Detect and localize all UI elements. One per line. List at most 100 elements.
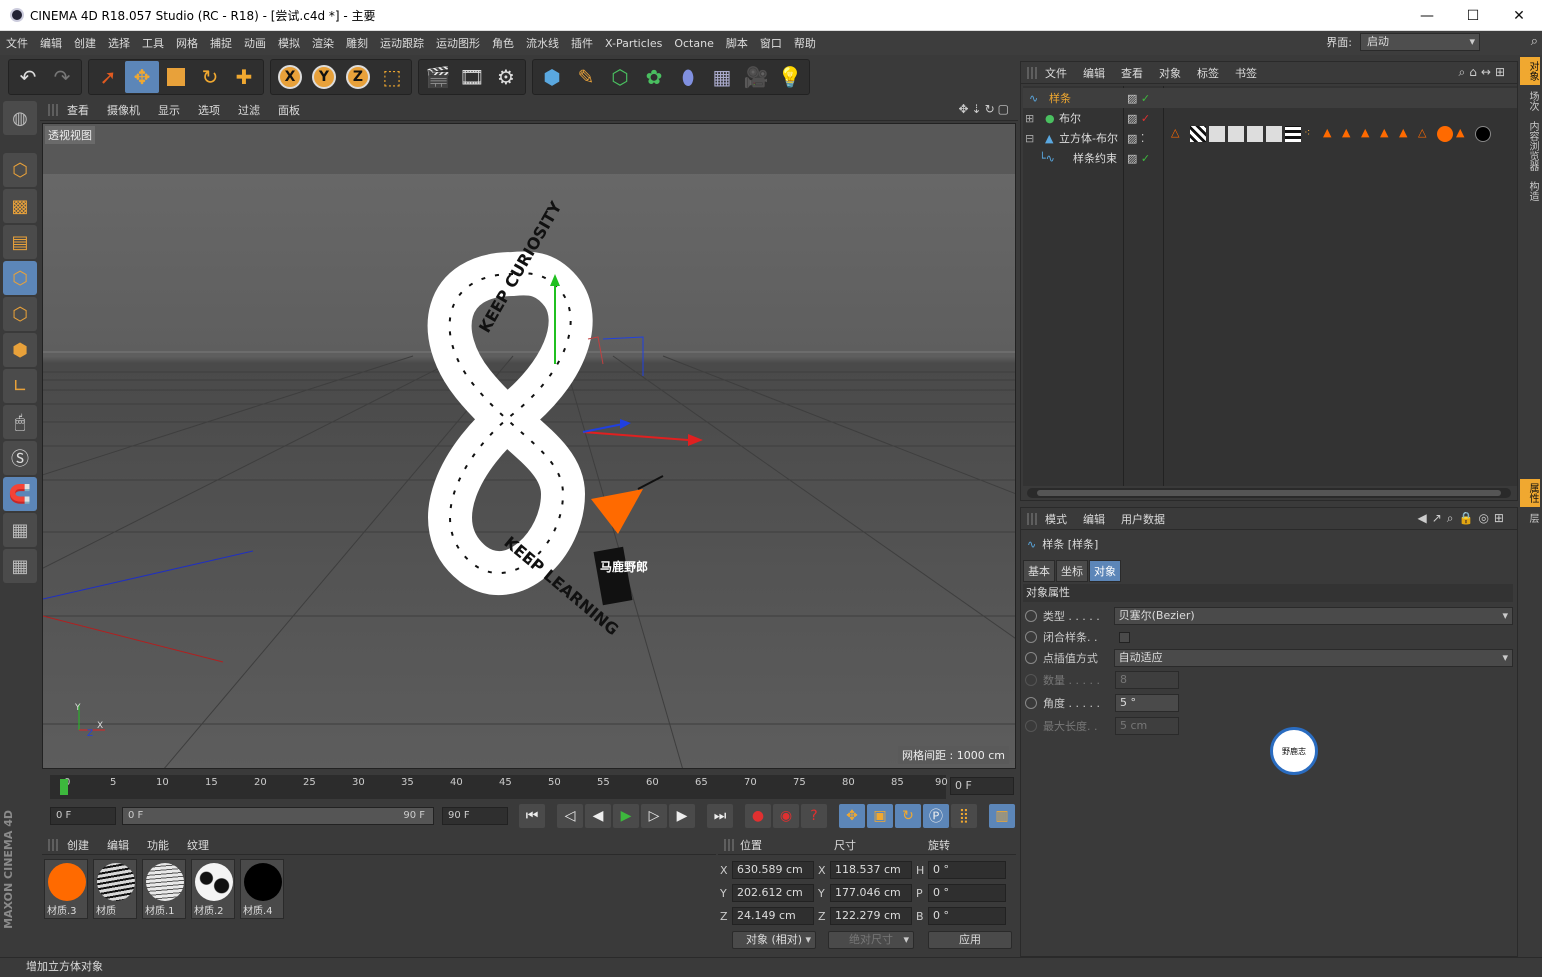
position-x-field[interactable]: 630.589 cm	[732, 861, 814, 879]
viewport-menu-display[interactable]: 显示	[149, 102, 189, 118]
polygon-selection-tag-icon[interactable]: ▲	[1361, 126, 1377, 142]
size-z-field[interactable]: 122.279 cm	[830, 907, 912, 925]
polygons-mode-icon[interactable]: ⬢	[3, 333, 37, 367]
menu-character[interactable]: 角色	[486, 35, 520, 51]
workplane-icon[interactable]: ▤	[3, 225, 37, 259]
material-swatch[interactable]: 材质	[93, 859, 137, 919]
attrmgr-menu-userdata[interactable]: 用户数据	[1113, 511, 1173, 527]
scale-tool-icon[interactable]	[159, 61, 193, 93]
object-row[interactable]: ⊞ ● 布尔 ▨ ✓	[1023, 108, 1517, 128]
objmgr-menu-view[interactable]: 查看	[1113, 65, 1151, 81]
pen-spline-icon[interactable]: ✎	[569, 61, 603, 93]
menu-help[interactable]: 帮助	[788, 35, 822, 51]
next-key-icon[interactable]: ▶	[669, 804, 695, 828]
phong-tag-icon[interactable]: △	[1171, 126, 1187, 142]
key-rotation-icon[interactable]: ↻	[895, 804, 921, 828]
menu-tools[interactable]: 工具	[136, 35, 170, 51]
go-to-start-icon[interactable]: ⏮	[519, 804, 545, 828]
layout-select[interactable]: 启动	[1360, 33, 1480, 51]
material-swatch[interactable]: 材质.2	[191, 859, 235, 919]
tweak-mode-icon[interactable]: 🖱	[3, 405, 37, 439]
timeline[interactable]: 0 5 10 15 20 25 30 35 40 45 50 55 60 65 …	[42, 773, 1016, 801]
apply-button[interactable]: 应用	[928, 931, 1012, 949]
z-axis-lock-icon[interactable]: Z	[341, 61, 375, 93]
timeline-ruler[interactable]: 0 5 10 15 20 25 30 35 40 45 50 55 60 65 …	[50, 775, 948, 799]
attrmgr-menu-mode[interactable]: 模式	[1037, 511, 1075, 527]
range-slider[interactable]: 0 F 90 F	[122, 807, 434, 825]
objmgr-menu-edit[interactable]: 编辑	[1075, 65, 1113, 81]
viewport-label[interactable]: 透视视图	[45, 126, 95, 144]
end-frame-field[interactable]: 90 F	[442, 807, 508, 825]
side-tab-attributes[interactable]: 属性	[1520, 479, 1540, 507]
move-tool-icon[interactable]: ✥	[125, 61, 159, 93]
start-frame-field[interactable]: 0 F	[50, 807, 116, 825]
texture-mode-icon[interactable]: ▩	[3, 189, 37, 223]
tab-object[interactable]: 对象	[1089, 560, 1121, 582]
attrmgr-nav-icons[interactable]: ◀↗⌕🔒◎⊞	[1418, 511, 1509, 526]
side-tab-objects[interactable]: 对象	[1520, 57, 1540, 85]
search-icon[interactable]: ⌕	[1531, 34, 1538, 49]
polygon-selection-tag-icon[interactable]: ▲	[1380, 126, 1396, 142]
material-swatch[interactable]: 材质.4	[240, 859, 284, 919]
snap-icon[interactable]: 🧲	[3, 477, 37, 511]
max-length-field[interactable]: 5 cm	[1115, 717, 1179, 735]
menu-x-particles[interactable]: X-Particles	[599, 37, 668, 50]
collapse-icon[interactable]: ⊟	[1025, 132, 1045, 145]
menu-octane[interactable]: Octane	[668, 37, 720, 50]
next-frame-icon[interactable]: ▷	[641, 804, 667, 828]
menu-edit[interactable]: 编辑	[34, 35, 68, 51]
attrmgr-menu-edit[interactable]: 编辑	[1075, 511, 1113, 527]
interpolation-select[interactable]: 自动适应	[1113, 649, 1513, 667]
timeline-playhead[interactable]	[60, 779, 68, 795]
material-swatch[interactable]: 材质.1	[142, 859, 186, 919]
timeline-window-icon[interactable]: ▥	[989, 804, 1015, 828]
selection-arrow-icon[interactable]: ➚	[91, 61, 125, 93]
panel-grip[interactable]	[48, 838, 58, 851]
objmgr-menu-bookmarks[interactable]: 书签	[1227, 65, 1265, 81]
animate-radio[interactable]	[1025, 674, 1037, 686]
panel-grip[interactable]	[1027, 66, 1037, 79]
expand-icon[interactable]: ⊞	[1025, 112, 1045, 125]
material-menu-create[interactable]: 创建	[58, 837, 98, 853]
polygon-selection-tag-icon[interactable]: ▲	[1342, 126, 1358, 142]
visibility-toggle[interactable]: ▨ ⁚	[1127, 132, 1144, 145]
menu-render[interactable]: 渲染	[306, 35, 340, 51]
previous-frame-icon[interactable]: ◀	[585, 804, 611, 828]
spline-type-select[interactable]: 贝塞尔(Bezier)	[1113, 607, 1513, 625]
objmgr-menu-objects[interactable]: 对象	[1151, 65, 1189, 81]
render-picture-viewer-icon[interactable]: 🎞	[455, 61, 489, 93]
rotation-h-field[interactable]: 0 °	[928, 861, 1006, 879]
play-icon[interactable]: ▶	[613, 804, 639, 828]
material-swatch[interactable]: 材质.3	[44, 859, 88, 919]
side-tab-content-browser[interactable]: 内容浏览器	[1520, 117, 1540, 175]
visibility-toggle[interactable]: ▨ ✓	[1127, 152, 1150, 165]
viewport-menu-panel[interactable]: 面板	[269, 102, 309, 118]
texture-tag-icon[interactable]	[1228, 126, 1244, 142]
polygon-selection-tag-icon[interactable]: ▲	[1323, 126, 1339, 142]
rotation-p-field[interactable]: 0 °	[928, 884, 1006, 902]
menu-file[interactable]: 文件	[0, 35, 34, 51]
key-parameter-icon[interactable]: Ⓟ	[923, 804, 949, 828]
quantize-icon[interactable]: ▦	[3, 549, 37, 583]
tab-basic[interactable]: 基本	[1023, 560, 1055, 582]
object-row[interactable]: ∿ 样条 ▨ ✓	[1023, 88, 1517, 108]
mograph-cloner-icon[interactable]: ✿	[637, 61, 671, 93]
selection-tag-icon[interactable]: ⁖	[1304, 126, 1320, 142]
menu-plugins[interactable]: 插件	[565, 35, 599, 51]
render-view-icon[interactable]: 🎬	[421, 61, 455, 93]
coordinate-mode-select[interactable]: 对象 (相对)	[732, 931, 816, 949]
panel-grip[interactable]	[48, 103, 58, 116]
panel-grip[interactable]	[724, 838, 734, 851]
light-icon[interactable]: 💡	[773, 61, 807, 93]
menu-select[interactable]: 选择	[102, 35, 136, 51]
side-tab-structure[interactable]: 构造	[1520, 177, 1540, 205]
animate-radio[interactable]	[1025, 610, 1037, 622]
workplane-lock-icon[interactable]: ▦	[3, 513, 37, 547]
close-spline-checkbox[interactable]	[1119, 631, 1130, 643]
menu-sculpt[interactable]: 雕刻	[340, 35, 374, 51]
side-tab-layers[interactable]: 层	[1520, 509, 1540, 527]
menu-animate[interactable]: 动画	[238, 35, 272, 51]
current-frame-field[interactable]: 0 F	[950, 777, 1014, 795]
solo-icon[interactable]: Ⓢ	[3, 441, 37, 475]
autokey-icon[interactable]: ◉	[773, 804, 799, 828]
